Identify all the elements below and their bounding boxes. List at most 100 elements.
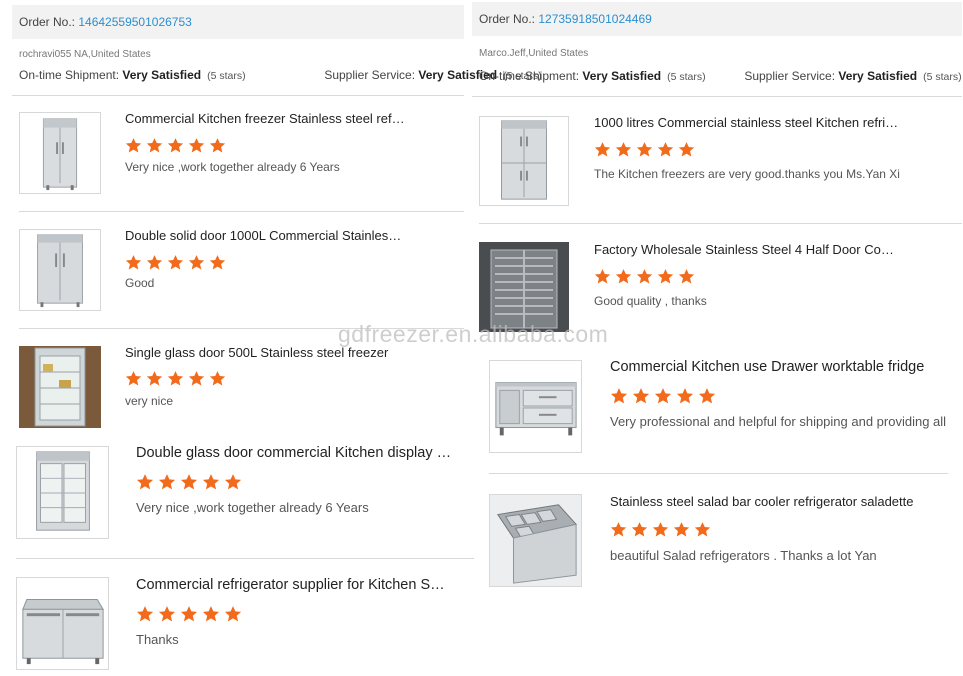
star-icon (615, 142, 632, 157)
rating-stars (136, 473, 242, 491)
star-icon (136, 606, 154, 622)
star-icon (224, 606, 242, 622)
divider (16, 558, 474, 559)
product-title-link[interactable]: Double solid door 1000L Commercial Stain… (125, 228, 405, 243)
product-title-link[interactable]: Commercial Kitchen freezer Stainless ste… (125, 111, 405, 126)
star-icon (594, 142, 611, 157)
star-icon (136, 474, 154, 490)
star-icon (209, 255, 226, 270)
shipment-stars: (5 stars) (667, 71, 706, 83)
supplier-value: Very Satisfied (838, 69, 918, 83)
star-icon (202, 474, 220, 490)
rating-stars (610, 521, 711, 538)
divider (12, 95, 464, 96)
divider (19, 328, 464, 329)
supplier-label: Supplier Service: (744, 69, 836, 83)
product-thumbnail[interactable] (16, 577, 109, 670)
saladette-counter-icon (22, 599, 104, 665)
star-icon (652, 522, 669, 537)
star-icon (146, 255, 163, 270)
star-icon (180, 474, 198, 490)
supplier-stars: (5 stars) (923, 71, 962, 83)
star-icon (167, 371, 184, 386)
upright-4door-icon (501, 120, 547, 200)
order-label: Order No.: (479, 12, 536, 26)
product-thumbnail[interactable] (489, 360, 582, 453)
star-icon (146, 138, 163, 153)
left-ratings: On-time Shipment: Very Satisfied (5 stars… (19, 68, 542, 82)
shipment-value: Very Satisfied (122, 68, 202, 82)
star-icon (158, 474, 176, 490)
star-icon (657, 269, 674, 284)
product-title-link[interactable]: Double glass door commercial Kitchen dis… (136, 445, 454, 461)
salad-bar-icon (490, 495, 581, 586)
star-icon (188, 255, 205, 270)
rating-stars (610, 387, 716, 405)
star-icon (694, 522, 711, 537)
star-icon (209, 371, 226, 386)
star-icon (188, 138, 205, 153)
upright-2door-icon (37, 234, 83, 308)
product-thumbnail[interactable] (19, 229, 101, 311)
review-text: Good quality , thanks (594, 294, 707, 308)
star-icon (657, 142, 674, 157)
rating-stars (125, 254, 226, 271)
star-icon (610, 522, 627, 537)
product-thumbnail[interactable] (16, 446, 109, 539)
review-text: Very professional and helpful for shippi… (610, 414, 947, 429)
product-title-link[interactable]: Single glass door 500L Stainless steel f… (125, 345, 397, 360)
right-order-bar: Order No.: 12735918501024469 (472, 2, 962, 36)
tray-rack-icon (479, 242, 569, 332)
divider (19, 211, 464, 212)
star-icon (678, 142, 695, 157)
product-thumbnail[interactable] (479, 242, 569, 332)
shipment-stars: (5 stars) (207, 70, 246, 82)
star-icon (167, 138, 184, 153)
shipment-label: On-time Shipment: (479, 69, 580, 83)
shipment-value: Very Satisfied (582, 69, 662, 83)
product-thumbnail[interactable] (479, 116, 569, 206)
star-icon (678, 269, 695, 284)
product-thumbnail[interactable] (19, 346, 101, 428)
product-title-link[interactable]: Commercial Kitchen use Drawer worktable … (610, 359, 930, 375)
glass-door-display-icon (19, 346, 101, 428)
review-text: beautiful Salad refrigerators . Thanks a… (610, 548, 877, 563)
buyer-name: Marco.Jeff,United States (479, 48, 589, 59)
order-number-link[interactable]: 12735918501024469 (538, 12, 651, 26)
star-icon (125, 255, 142, 270)
rating-stars (594, 268, 695, 285)
double-glass-door-icon (36, 451, 90, 531)
review-text: Thanks (136, 632, 179, 647)
star-icon (146, 371, 163, 386)
supplier-label: Supplier Service: (324, 68, 416, 82)
star-icon (610, 388, 628, 404)
star-icon (209, 138, 226, 153)
product-thumbnail[interactable] (19, 112, 101, 194)
review-text: Very nice ,work together already 6 Years (136, 500, 369, 515)
product-title-link[interactable]: Stainless steel salad bar cooler refrige… (610, 494, 934, 509)
star-icon (158, 606, 176, 622)
star-icon (224, 474, 242, 490)
right-ratings: On-time Shipment: Very Satisfied (5 stars… (479, 69, 962, 83)
product-title-link[interactable]: Factory Wholesale Stainless Steel 4 Half… (594, 242, 894, 257)
product-title-link[interactable]: 1000 litres Commercial stainless steel K… (594, 115, 900, 130)
star-icon (180, 606, 198, 622)
star-icon (125, 371, 142, 386)
divider (479, 223, 962, 224)
shipment-label: On-time Shipment: (19, 68, 120, 82)
order-number-link[interactable]: 14642559501026753 (78, 15, 191, 29)
product-title-link[interactable]: Commercial refrigerator supplier for Kit… (136, 577, 450, 593)
star-icon (636, 142, 653, 157)
star-icon (202, 606, 220, 622)
product-thumbnail[interactable] (489, 494, 582, 587)
star-icon (636, 269, 653, 284)
star-icon (615, 269, 632, 284)
divider (472, 96, 962, 97)
review-text: Very nice ,work together already 6 Years (125, 160, 340, 174)
rating-stars (125, 370, 226, 387)
star-icon (698, 388, 716, 404)
star-icon (631, 522, 648, 537)
order-label: Order No.: (19, 15, 76, 29)
drawer-worktable-icon (495, 382, 577, 436)
star-icon (676, 388, 694, 404)
